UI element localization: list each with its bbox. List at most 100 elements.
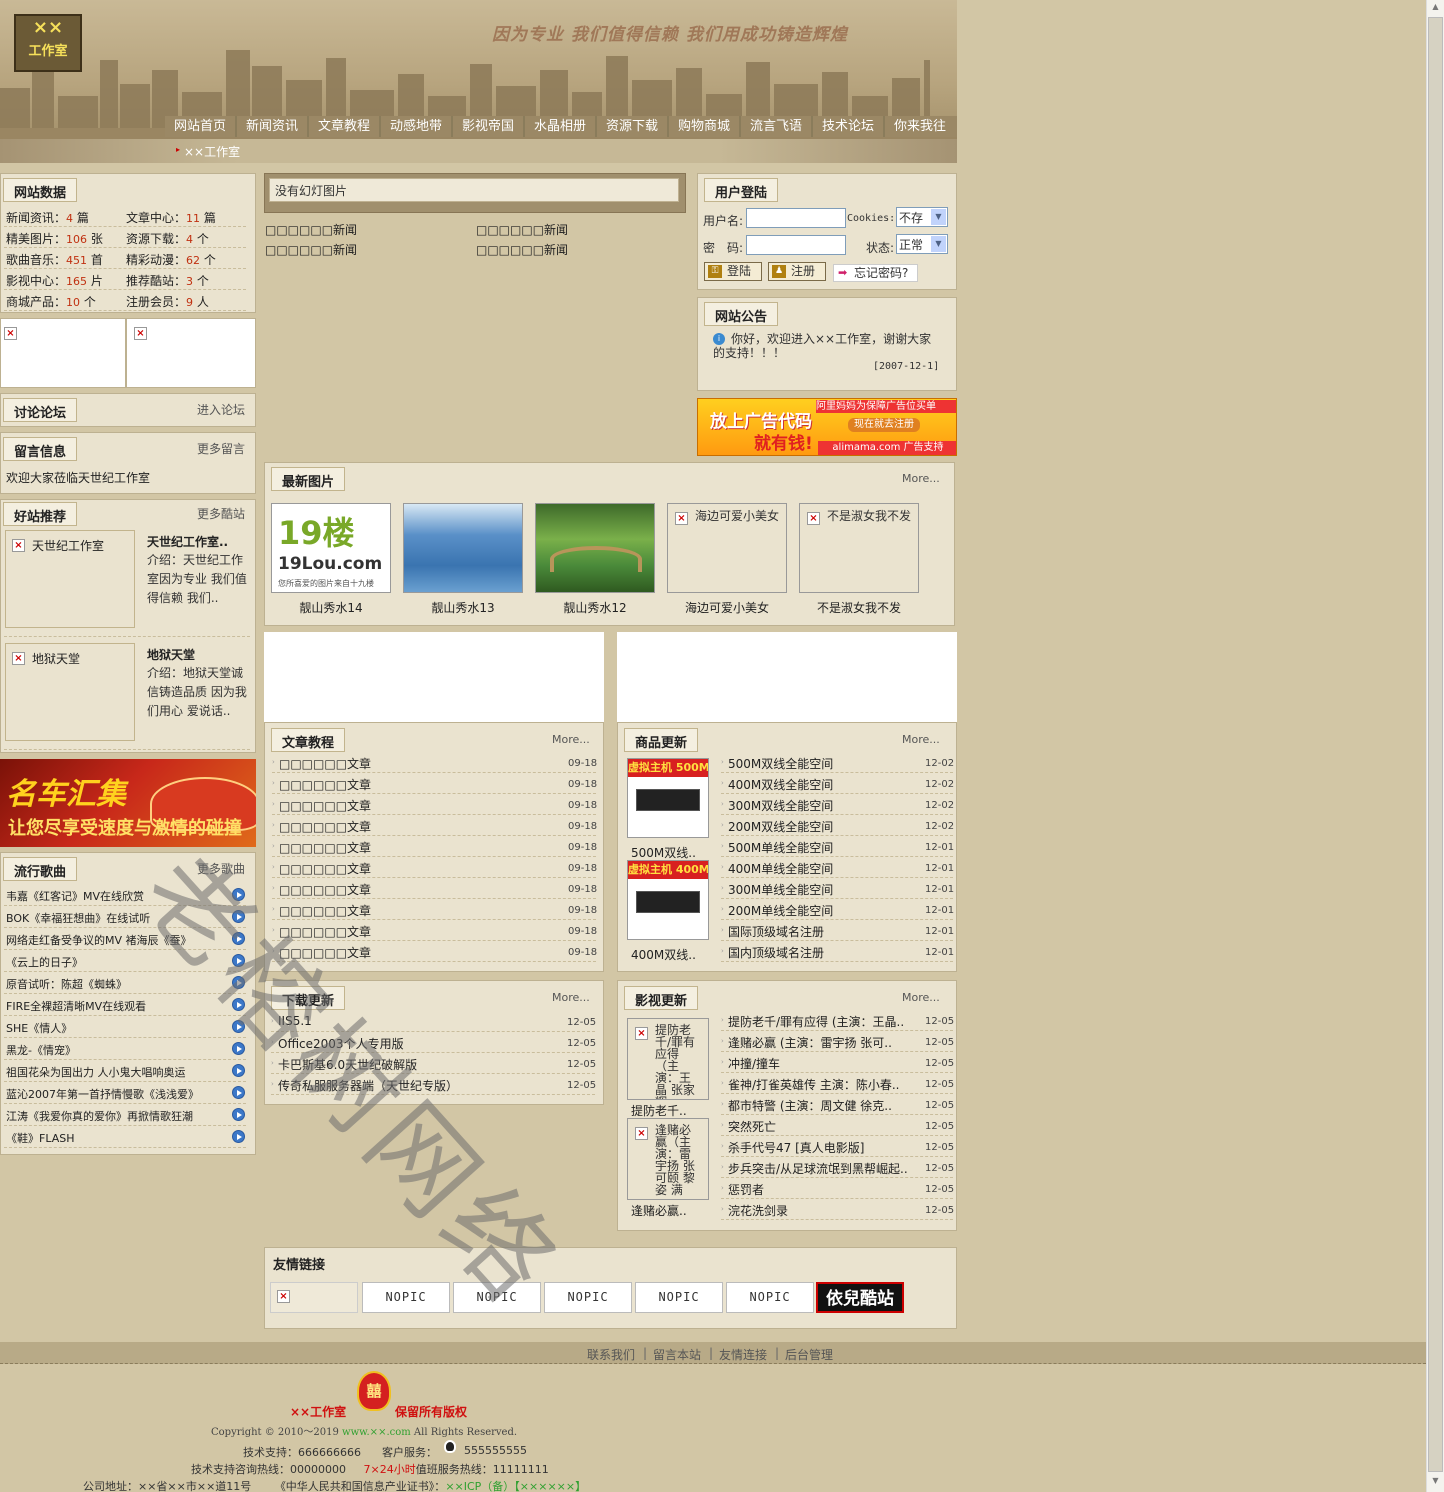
username-input[interactable] <box>746 208 846 228</box>
product-link[interactable]: 200M双线全能空间 <box>728 818 913 835</box>
article-link[interactable]: □□□□□□文章 <box>279 860 509 877</box>
product-link[interactable]: 国内顶级域名注册 <box>728 944 913 961</box>
state-select[interactable]: 正常 ▼ <box>896 234 948 254</box>
product-link[interactable]: 300M双线全能空间 <box>728 797 913 814</box>
nav-item[interactable]: 网站首页 <box>165 116 235 137</box>
photos-more-link[interactable]: More... <box>902 472 940 485</box>
song-link[interactable]: 黑龙-《情宠》 <box>6 1042 228 1058</box>
nav-item[interactable]: 影视帝国 <box>453 116 523 137</box>
movie-thumb[interactable]: × 提防老千/罪有应得（主演：王晶 张家辉 <box>627 1018 709 1100</box>
play-icon[interactable] <box>232 1020 245 1033</box>
song-link[interactable]: 《鞋》FLASH <box>6 1130 228 1146</box>
recommend-more-link[interactable]: 更多酷站 <box>197 505 245 522</box>
photo-caption[interactable]: 不是淑女我不发 <box>799 599 919 616</box>
link-logo-nopic[interactable]: NOPIC <box>635 1282 723 1313</box>
article-link[interactable]: □□□□□□文章 <box>279 776 509 793</box>
song-link[interactable]: 蓝沁2007年第一首抒情慢歌《浅浅爱》 <box>6 1086 228 1102</box>
movie-link[interactable]: 浣花洗剑录 <box>728 1202 913 1219</box>
scroll-down-arrow-icon[interactable]: ▼ <box>1429 1476 1442 1489</box>
product-link[interactable]: 国际顶级域名注册 <box>728 923 913 940</box>
song-link[interactable]: BOK《幸福狂想曲》在线试听 <box>6 910 228 926</box>
article-link[interactable]: □□□□□□文章 <box>279 839 509 856</box>
product-link[interactable]: 400M双线全能空间 <box>728 776 913 793</box>
movie-link[interactable]: 突然死亡 <box>728 1118 913 1135</box>
site-name[interactable]: 天世纪工作室.. <box>147 533 228 550</box>
product-thumb-caption[interactable]: 500M双线.. <box>631 844 711 861</box>
product-link[interactable]: 500M双线全能空间 <box>728 755 913 772</box>
car-banner[interactable]: 名车汇集 让您尽享受速度与激情的碰撞 <box>0 759 256 847</box>
photo-thumb[interactable]: × 不是淑女我不发 <box>799 503 919 593</box>
article-link[interactable]: □□□□□□文章 <box>279 881 509 898</box>
password-input[interactable] <box>746 235 846 255</box>
download-link[interactable]: Office2003个人专用版 <box>278 1035 508 1052</box>
product-thumb[interactable]: 虚拟主机 400M <box>627 860 709 940</box>
news-link[interactable]: □□□□□□新闻 <box>476 241 568 258</box>
photo-thumb[interactable]: 19楼 19Lou.com 您所喜爱的图片来自十九楼 <box>271 503 391 593</box>
nav-item[interactable]: 你来我往 <box>885 116 955 137</box>
movies-more-link[interactable]: More... <box>902 991 940 1004</box>
download-link[interactable]: IIS5.1 <box>278 1014 508 1028</box>
photo-caption[interactable]: 靓山秀水14 <box>271 599 391 616</box>
news-link[interactable]: □□□□□□新闻 <box>476 221 568 238</box>
vertical-scrollbar[interactable]: ▲ ▼ <box>1426 0 1444 1492</box>
play-icon[interactable] <box>232 954 245 967</box>
nav-item[interactable]: 动感地带 <box>381 116 451 137</box>
news-link[interactable]: □□□□□□新闻 <box>265 241 357 258</box>
news-link[interactable]: □□□□□□新闻 <box>265 221 357 238</box>
breadcrumb[interactable]: ××工作室 <box>184 143 240 160</box>
link-logo-yier[interactable]: 依兒酷站 <box>816 1282 904 1313</box>
photo-thumb[interactable]: × 海边可爱小美女 <box>667 503 787 593</box>
register-button[interactable]: ♟ 注册 <box>768 262 826 281</box>
song-link[interactable]: 《云上的日子》 <box>6 954 228 970</box>
photo-thumb[interactable] <box>535 503 655 593</box>
article-link[interactable]: □□□□□□文章 <box>279 902 509 919</box>
nav-item[interactable]: 水晶相册 <box>525 116 595 137</box>
photo-caption[interactable]: 海边可爱小美女 <box>667 599 787 616</box>
play-icon[interactable] <box>232 976 245 989</box>
movie-link[interactable]: 惩罚者 <box>728 1181 913 1198</box>
photo-thumb[interactable] <box>403 503 523 593</box>
photo-caption[interactable]: 靓山秀水12 <box>535 599 655 616</box>
link-logo-nopic[interactable]: NOPIC <box>726 1282 814 1313</box>
movie-link[interactable]: 逢赌必赢 (主演：雷宇扬 张可.. <box>728 1034 913 1051</box>
logo[interactable]: ×× 工作室 <box>14 14 82 72</box>
ad-register-button[interactable]: 现在就去注册 <box>848 418 920 432</box>
guestbook-more-link[interactable]: 更多留言 <box>197 440 245 457</box>
article-link[interactable]: □□□□□□文章 <box>279 797 509 814</box>
link-logo-nopic[interactable]: NOPIC <box>362 1282 450 1313</box>
link-logo-nopic[interactable]: NOPIC <box>544 1282 632 1313</box>
site-name[interactable]: 地狱天堂 <box>147 646 195 663</box>
nav-item[interactable]: 新闻资讯 <box>237 116 307 137</box>
play-icon[interactable] <box>232 910 245 923</box>
photo-caption[interactable]: 靓山秀水13 <box>403 599 523 616</box>
forgot-password-button[interactable]: ➡ 忘记密码? <box>833 264 918 282</box>
footer-icp[interactable]: ××ICP（备）【××××××】 <box>445 1480 586 1492</box>
login-button[interactable]: ⚿ 登陆 <box>704 262 762 281</box>
play-icon[interactable] <box>232 888 245 901</box>
products-more-link[interactable]: More... <box>902 733 940 746</box>
footer-link[interactable]: 友情连接 <box>719 1346 767 1363</box>
song-link[interactable]: 祖国花朵为国出力 人小鬼大唱响奥运 <box>6 1064 228 1080</box>
song-link[interactable]: FIRE全裸超清晰MV在线观看 <box>6 998 228 1014</box>
songs-more-link[interactable]: 更多歌曲 <box>197 860 245 877</box>
article-link[interactable]: □□□□□□文章 <box>279 944 509 961</box>
product-link[interactable]: 300M单线全能空间 <box>728 881 913 898</box>
song-link[interactable]: 网络走红备受争议的MV 褚海辰《蚕》 <box>6 932 228 948</box>
movie-link[interactable]: 雀神/打雀英雄传 主演：陈小春.. <box>728 1076 913 1093</box>
play-icon[interactable] <box>232 1130 245 1143</box>
movie-link[interactable]: 提防老千/罪有应得 (主演：王晶.. <box>728 1013 913 1030</box>
footer-link[interactable]: 后台管理 <box>785 1346 833 1363</box>
song-link[interactable]: SHE《情人》 <box>6 1020 228 1036</box>
downloads-more-link[interactable]: More... <box>552 991 590 1004</box>
scroll-up-arrow-icon[interactable]: ▲ <box>1429 2 1442 15</box>
play-icon[interactable] <box>232 998 245 1011</box>
play-icon[interactable] <box>232 1064 245 1077</box>
movie-thumb-caption[interactable]: 逢赌必赢.. <box>631 1202 711 1219</box>
nav-item[interactable]: 资源下载 <box>597 116 667 137</box>
movie-thumb-caption[interactable]: 提防老千.. <box>631 1102 711 1119</box>
articles-more-link[interactable]: More... <box>552 733 590 746</box>
cookies-select[interactable]: 不存 ▼ <box>896 207 948 227</box>
nav-item[interactable]: 技术论坛 <box>813 116 883 137</box>
product-thumb[interactable]: 虚拟主机 500M <box>627 758 709 838</box>
download-link[interactable]: 传奇私服服务器端（天世纪专版） <box>278 1077 508 1094</box>
